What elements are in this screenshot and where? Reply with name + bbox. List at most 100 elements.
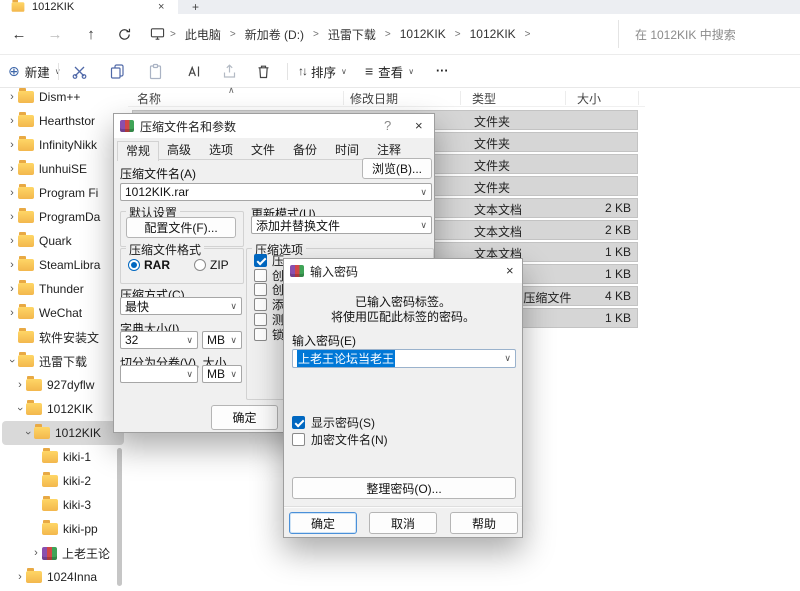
option-checkbox[interactable] [254, 298, 267, 311]
column-header-name[interactable]: 名称 [137, 90, 161, 107]
compression-option[interactable]: 锁 [254, 328, 284, 341]
sidebar-item-kiki-3[interactable]: kiki-3 [2, 493, 124, 517]
chevron-down-icon[interactable]: › [6, 355, 18, 367]
update-mode-combobox[interactable]: 添加并替换文件 ∨ [251, 216, 432, 234]
cut-icon[interactable] [68, 60, 90, 82]
sidebar-item-kiki-2[interactable]: kiki-2 [2, 469, 124, 493]
back-button[interactable]: ← [8, 23, 30, 45]
sidebar-item-1024Inna[interactable]: ›1024Inna [2, 565, 124, 589]
sidebar-item-1012KIK[interactable]: ›1012KIK [2, 397, 124, 421]
rar-radio[interactable] [128, 259, 140, 271]
new-button[interactable]: ⊕ 新建 ∨ [8, 60, 61, 82]
dictionary-combobox[interactable]: 32 ∨ [120, 331, 198, 349]
sidebar-item-1012KIK[interactable]: ›1012KIK [2, 421, 124, 445]
column-divider[interactable] [565, 91, 566, 105]
sidebar-item-Program Fi[interactable]: ›Program Fi [2, 181, 124, 205]
breadcrumb-item[interactable]: 迅雷下载 [328, 26, 376, 43]
chevron-right-icon[interactable]: › [6, 163, 18, 175]
archive-name-combobox[interactable]: 1012KIK.rar ∨ [120, 183, 432, 201]
sidebar-item-上老王论[interactable]: ›上老王论 [2, 541, 124, 565]
sidebar-item-迅雷下载[interactable]: ›迅雷下载 [2, 349, 124, 373]
sidebar-item-lunhuiSE[interactable]: ›lunhuiSE [2, 157, 124, 181]
sidebar-item-927dyflw[interactable]: ›927dyflw [2, 373, 124, 397]
password-cancel-button[interactable]: 取消 [369, 512, 437, 534]
tab-常规[interactable]: 常规 [117, 141, 159, 161]
tab-close-icon[interactable]: × [158, 0, 164, 14]
paste-icon[interactable] [144, 60, 166, 82]
up-button[interactable]: ↑ [80, 23, 102, 45]
method-combobox[interactable]: 最快 ∨ [120, 297, 242, 315]
copy-icon[interactable] [106, 60, 128, 82]
sidebar-scrollbar[interactable] [117, 448, 122, 586]
password-ok-button[interactable]: 确定 [289, 512, 357, 534]
archive-ok-button[interactable]: 确定 [211, 405, 278, 430]
compression-option[interactable]: 测 [254, 313, 284, 326]
breadcrumb-item[interactable]: 1012KIK [470, 27, 516, 41]
new-tab-button[interactable]: + [192, 0, 199, 14]
explorer-tab[interactable]: 1012KIK [0, 0, 178, 14]
tab-高级[interactable]: 高级 [159, 141, 199, 159]
column-header-type[interactable]: 类型 [472, 90, 496, 107]
share-icon[interactable] [218, 60, 240, 82]
chevron-right-icon[interactable]: › [14, 571, 26, 583]
compression-option[interactable]: 压 [254, 254, 284, 267]
chevron-right-icon[interactable]: › [6, 115, 18, 127]
compression-option[interactable]: 创 [254, 283, 284, 296]
close-icon[interactable]: × [506, 263, 514, 278]
chevron-right-icon[interactable]: › [6, 235, 18, 247]
split-unit-combobox[interactable]: MB ∨ [202, 365, 242, 383]
browse-button[interactable]: 浏览(B)... [362, 158, 432, 179]
zip-radio[interactable] [194, 259, 206, 271]
chevron-right-icon[interactable]: › [6, 211, 18, 223]
help-icon[interactable]: ? [384, 118, 391, 133]
sidebar-item-kiki-1[interactable]: kiki-1 [2, 445, 124, 469]
sidebar-item-Thunder[interactable]: ›Thunder [2, 277, 124, 301]
column-divider[interactable] [460, 91, 461, 105]
chevron-right-icon[interactable]: › [6, 307, 18, 319]
delete-icon[interactable] [252, 60, 274, 82]
chevron-right-icon[interactable]: › [30, 547, 42, 559]
organize-passwords-button[interactable]: 整理密码(O)... [292, 477, 516, 499]
sidebar-item-kiki-pp[interactable]: kiki-pp [2, 517, 124, 541]
show-password-option[interactable]: 显示密码(S) [292, 414, 375, 431]
compression-option[interactable]: 添 [254, 298, 284, 311]
chevron-down-icon[interactable]: › [14, 403, 26, 415]
split-volumes-combobox[interactable]: ∨ [120, 365, 198, 383]
forward-button[interactable]: → [44, 23, 66, 45]
chevron-right-icon[interactable]: › [6, 259, 18, 271]
rename-icon[interactable] [182, 60, 204, 82]
sidebar-item-InfinityNikk[interactable]: ›InfinityNikk [2, 133, 124, 157]
sidebar-item-软件安装文[interactable]: 软件安装文 [2, 325, 124, 349]
search-input[interactable]: 在 1012KIK 中搜索 [618, 20, 796, 48]
encrypt-names-checkbox[interactable] [292, 433, 305, 446]
column-header-modified[interactable]: 修改日期 [350, 90, 398, 107]
tab-备份[interactable]: 备份 [285, 141, 325, 159]
dictionary-unit-combobox[interactable]: MB ∨ [202, 331, 242, 349]
sidebar-item-ProgramDa[interactable]: ›ProgramDa [2, 205, 124, 229]
column-divider[interactable] [343, 91, 344, 105]
breadcrumb-item[interactable]: 1012KIK [400, 27, 446, 41]
sidebar-item-Dism++[interactable]: ›Dism++ [2, 85, 124, 109]
view-button[interactable]: ≡ 查看 ∨ [365, 60, 414, 82]
show-password-checkbox[interactable] [292, 416, 305, 429]
chevron-right-icon[interactable]: › [6, 91, 18, 103]
option-checkbox[interactable] [254, 328, 267, 341]
sidebar-item-WeChat[interactable]: ›WeChat [2, 301, 124, 325]
breadcrumb-item[interactable]: 此电脑 [185, 26, 221, 43]
chevron-right-icon[interactable]: › [6, 187, 18, 199]
more-button[interactable]: ··· [436, 60, 449, 82]
password-dialog-titlebar[interactable]: 输入密码 [284, 259, 522, 283]
tab-选项[interactable]: 选项 [201, 141, 241, 159]
sort-button[interactable]: ↑↓ 排序 ∨ [298, 60, 347, 82]
encrypt-names-option[interactable]: 加密文件名(N) [292, 431, 388, 448]
column-divider[interactable] [638, 91, 639, 105]
profiles-button[interactable]: 配置文件(F)... [126, 217, 236, 238]
sidebar-item-Quark[interactable]: ›Quark [2, 229, 124, 253]
password-input[interactable]: 上老王论坛当老王 ∨ [292, 349, 516, 368]
sidebar-item-SteamLibra[interactable]: ›SteamLibra [2, 253, 124, 277]
option-checkbox[interactable] [254, 283, 267, 296]
option-checkbox[interactable] [254, 269, 267, 282]
option-checkbox[interactable] [254, 254, 267, 267]
chevron-right-icon[interactable]: › [6, 283, 18, 295]
chevron-down-icon[interactable]: › [22, 427, 34, 439]
